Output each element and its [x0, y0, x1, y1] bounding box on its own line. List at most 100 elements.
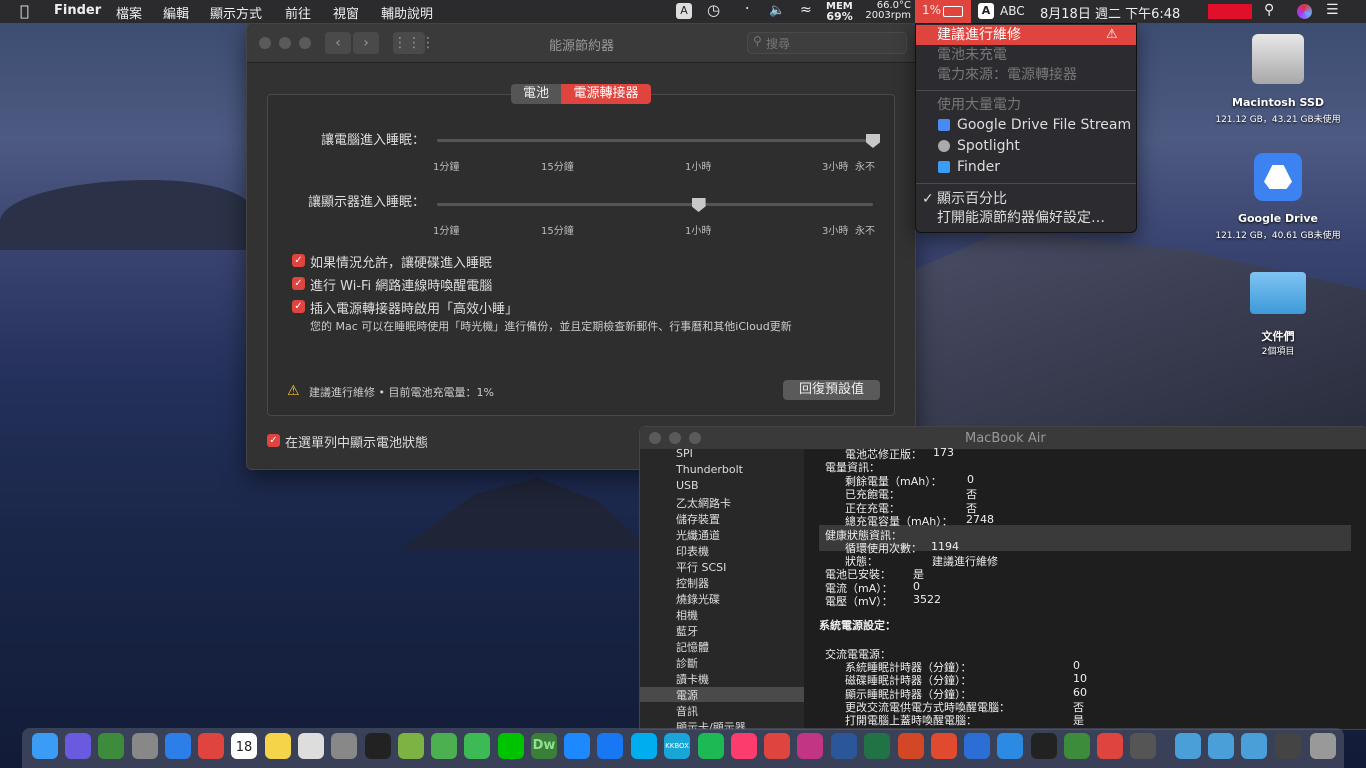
power-nap-checkbox[interactable]: ✓	[292, 300, 305, 313]
sidebar-item[interactable]: 乙太網路卡	[676, 495, 731, 511]
facetime-icon[interactable]	[464, 733, 490, 759]
text-input-icon[interactable]: A	[676, 3, 692, 19]
minimize-button[interactable]	[279, 37, 291, 49]
close-button[interactable]	[259, 37, 271, 49]
trash-icon[interactable]	[1310, 733, 1336, 759]
chrome-icon[interactable]	[198, 733, 224, 759]
kkbox-k-icon[interactable]	[631, 733, 657, 759]
calendar-icon[interactable]: 18	[231, 733, 257, 759]
siri-icon[interactable]	[1297, 4, 1312, 19]
siri-app-icon[interactable]	[65, 733, 91, 759]
sidebar-item[interactable]: 儲存裝置	[676, 511, 720, 527]
remote-icon[interactable]	[931, 733, 957, 759]
launchpad-icon[interactable]	[132, 733, 158, 759]
menu-edit[interactable]: 編輯	[163, 3, 189, 22]
sidebar-item[interactable]: Thunderbolt	[676, 463, 743, 476]
sidebar-item[interactable]: 電源	[676, 687, 698, 703]
sidebar-item[interactable]: 印表機	[676, 543, 709, 559]
safari-icon[interactable]	[165, 733, 191, 759]
line-icon[interactable]	[498, 733, 524, 759]
screenshot-icon[interactable]	[298, 733, 324, 759]
back-button[interactable]: ‹	[325, 32, 351, 54]
finder-icon[interactable]	[32, 733, 58, 759]
activity-monitor-icon[interactable]	[1031, 733, 1057, 759]
slider-knob[interactable]	[691, 198, 706, 212]
terminal-icon[interactable]	[365, 733, 391, 759]
music-icon[interactable]	[731, 733, 757, 759]
wifi-icon[interactable]: ≈	[800, 2, 812, 18]
menu-file[interactable]: 檔案	[116, 3, 142, 22]
menu-item-app-finder[interactable]: Finder	[916, 157, 1136, 177]
menu-go[interactable]: 前往	[285, 3, 311, 22]
sidebar-item[interactable]: 光纖通道	[676, 527, 720, 543]
vscode-icon[interactable]	[997, 733, 1023, 759]
preview-icon[interactable]	[1064, 733, 1090, 759]
clock[interactable]: 8月18日 週二 下午6:48	[1040, 3, 1180, 22]
sidebar-item[interactable]: 平行 SCSI	[676, 559, 726, 575]
disk-sleep-checkbox[interactable]: ✓	[292, 254, 305, 267]
tab-power-adapter[interactable]: 電源轉接器	[561, 84, 651, 104]
sidebar-item[interactable]: 音訊	[676, 703, 698, 719]
menu-item-service[interactable]: 建議進行維修 ⚠	[916, 25, 1136, 45]
sidebar-item[interactable]: 診斷	[676, 655, 698, 671]
applications-folder-icon[interactable]	[1175, 733, 1201, 759]
android-icon[interactable]	[398, 733, 424, 759]
stack-icon[interactable]	[1275, 733, 1301, 759]
powerpoint-icon[interactable]	[898, 733, 924, 759]
battery-status-item[interactable]: 1%	[915, 0, 971, 23]
sidebar-item[interactable]: 藍牙	[676, 623, 698, 639]
computer-sleep-slider[interactable]	[437, 134, 880, 166]
tab-battery[interactable]: 電池	[511, 84, 561, 104]
menu-window[interactable]: 視窗	[333, 3, 359, 22]
spotify-icon[interactable]	[698, 733, 724, 759]
flickr-icon[interactable]	[764, 733, 790, 759]
time-machine-icon[interactable]: ◷	[707, 1, 720, 19]
restore-defaults-button[interactable]: 回復預設值	[783, 380, 880, 400]
zoom-button[interactable]	[299, 37, 311, 49]
temp-stat[interactable]: 66.0°C 2003rpm	[865, 1, 911, 21]
menu-view[interactable]: 顯示方式	[210, 3, 262, 22]
menu-item-show-percent[interactable]: ✓ 顯示百分比	[916, 189, 1136, 209]
messenger-icon[interactable]	[564, 733, 590, 759]
app-menu-finder[interactable]: Finder	[54, 3, 101, 18]
memory-stat[interactable]: MEM 69%	[826, 2, 853, 23]
forward-button[interactable]: ›	[353, 32, 379, 54]
utility-icon[interactable]	[1130, 733, 1156, 759]
cloud-icon[interactable]	[431, 733, 457, 759]
menu-item-open-prefs[interactable]: 打開能源節約器偏好設定…	[916, 208, 1136, 228]
spotlight-icon[interactable]: ⚲	[1264, 2, 1274, 18]
mission-control-icon[interactable]	[98, 733, 124, 759]
bluetooth-app-icon[interactable]	[964, 733, 990, 759]
menu-item-app-spotlight[interactable]: Spotlight	[916, 136, 1136, 156]
folder-icon[interactable]	[1241, 733, 1267, 759]
istat-icon[interactable]	[1097, 733, 1123, 759]
volume-icon[interactable]: 🔈	[769, 3, 785, 18]
system-prefs-icon[interactable]	[331, 733, 357, 759]
display-sleep-slider[interactable]	[437, 198, 873, 230]
sidebar-item[interactable]: 相機	[676, 607, 698, 623]
bluetooth-icon[interactable]: ᛫	[743, 2, 751, 18]
close-button[interactable]	[649, 432, 661, 444]
excel-icon[interactable]	[864, 733, 890, 759]
show-status-checkbox[interactable]: ✓	[267, 434, 280, 447]
wifi-wake-checkbox[interactable]: ✓	[292, 277, 305, 290]
search-field[interactable]: ⚲ 搜尋	[747, 32, 907, 54]
sidebar-item[interactable]: USB	[676, 479, 699, 492]
notes-icon[interactable]	[265, 733, 291, 759]
kkbox-icon[interactable]: KKBOX	[664, 733, 690, 759]
sidebar-item[interactable]: SPI	[676, 447, 693, 460]
input-source-label[interactable]: ABC	[1000, 4, 1025, 18]
shazam-icon[interactable]	[597, 733, 623, 759]
zoom-button[interactable]	[689, 432, 701, 444]
apple-menu-icon[interactable]: 	[20, 2, 29, 20]
word-icon[interactable]	[831, 733, 857, 759]
sidebar-item[interactable]: 讀卡機	[676, 671, 709, 687]
notification-center-icon[interactable]: ☰	[1326, 2, 1339, 18]
dreamweaver-icon[interactable]: Dw	[531, 733, 557, 759]
instagram-icon[interactable]	[797, 733, 823, 759]
downloads-folder-icon[interactable]	[1208, 733, 1234, 759]
minimize-button[interactable]	[669, 432, 681, 444]
sidebar-item[interactable]: 控制器	[676, 575, 709, 591]
menu-item-app-gdrive[interactable]: Google Drive File Stream	[916, 115, 1136, 135]
sidebar-item[interactable]: 記憶體	[676, 639, 709, 655]
